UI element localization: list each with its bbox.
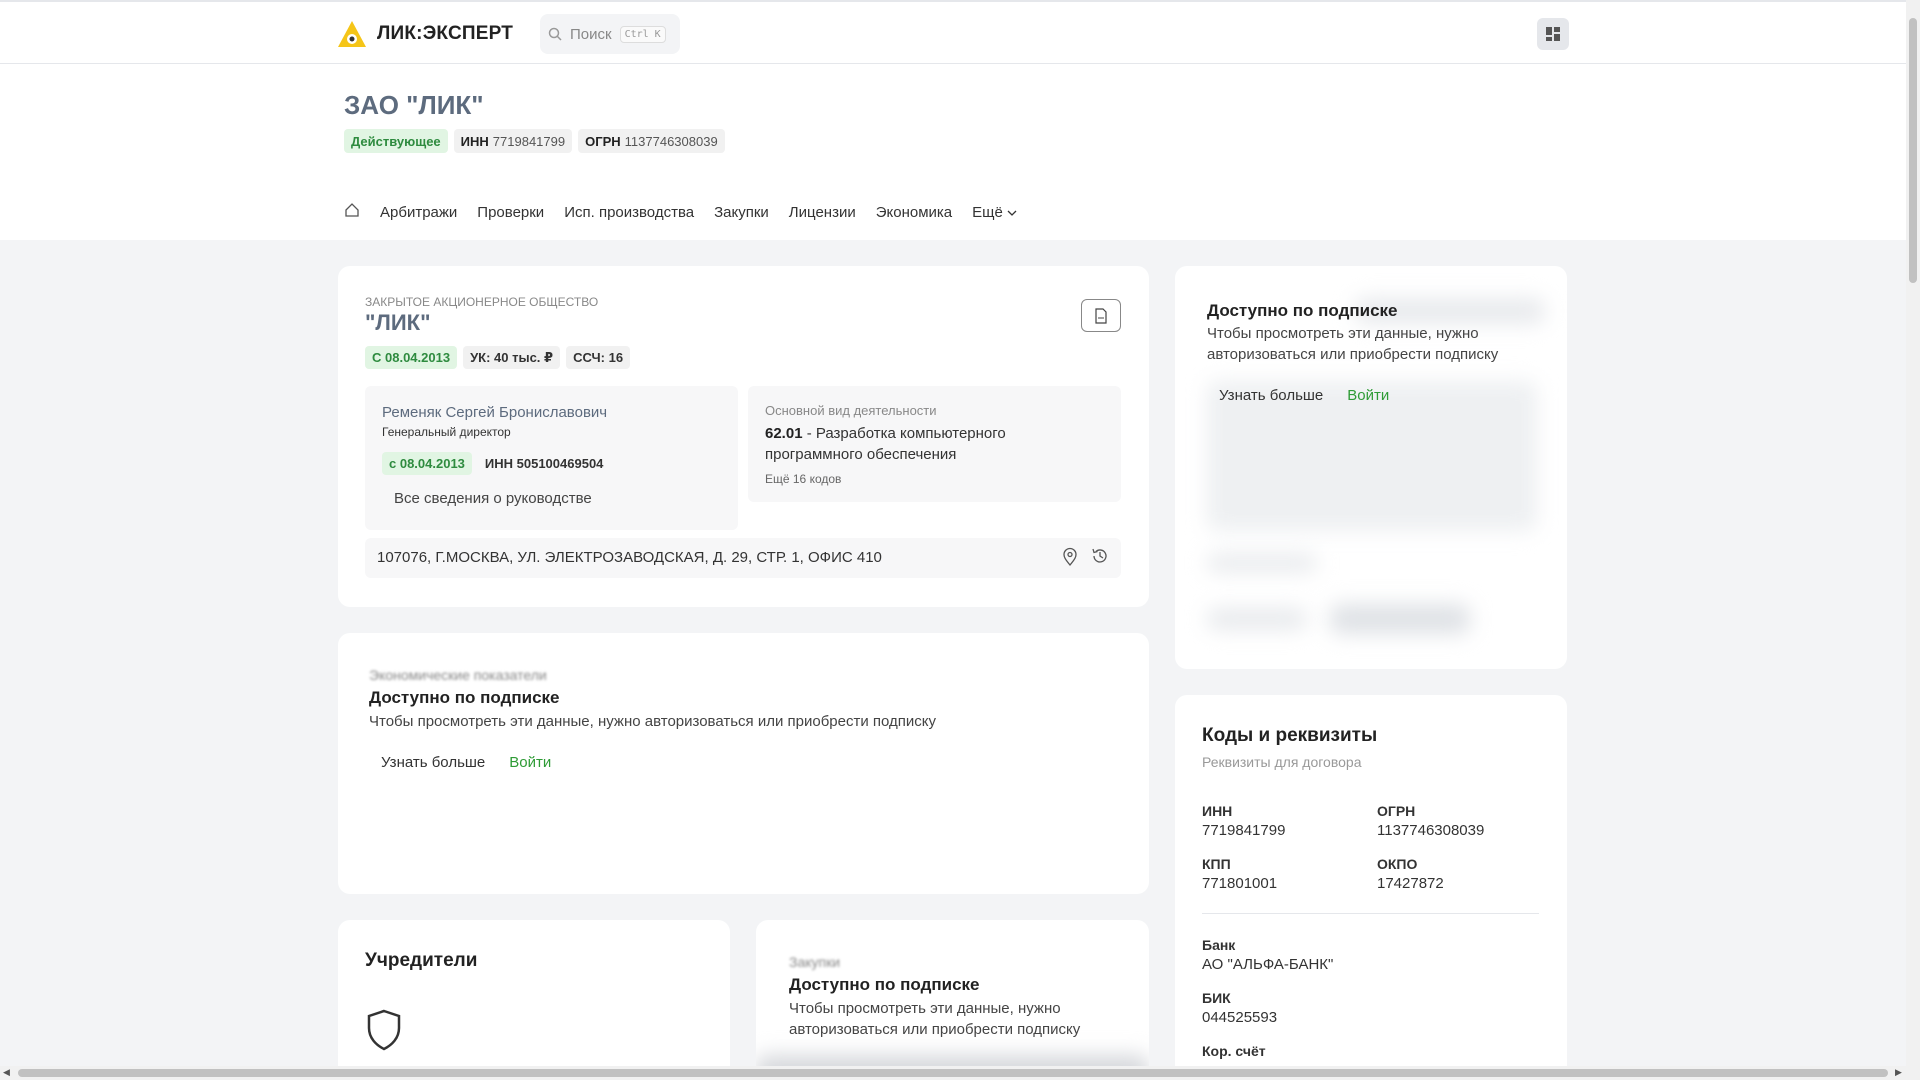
legal-form: ЗАКРЫТОЕ АКЦИОНЕРНОЕ ОБЩЕСТВО <box>365 295 599 309</box>
status-badge: Действующее <box>344 129 448 153</box>
search-shortcut: Ctrl K <box>619 25 666 43</box>
address-box: 107076, Г.МОСКВА, УЛ. ЭЛЕКТРОЗАВОДСКАЯ, … <box>365 538 1121 578</box>
subscription-card: Доступно по подписке Чтобы просмотреть э… <box>1175 266 1567 669</box>
director-name[interactable]: Ременяк Сергей Брониславович <box>382 404 607 421</box>
purchases-card: Закупки Доступно по подписке Чтобы просм… <box>756 920 1149 1080</box>
chevron-down-icon <box>1007 210 1017 216</box>
subscription-actions: Узнать больше Войти <box>1219 387 1389 404</box>
inn-badge: ИНН 7719841799 <box>453 129 573 153</box>
login-button[interactable]: Войти <box>509 754 551 771</box>
nav-item-more[interactable]: Ещё <box>972 204 1017 221</box>
blurred-line <box>1207 554 1317 572</box>
director-since-chip: с 08.04.2013 <box>382 452 472 475</box>
logo[interactable]: ЛИК:ЭКСПЕРТ <box>337 19 513 49</box>
economics-locked-title: Доступно по подписке <box>369 688 560 707</box>
shield-icon <box>365 1008 403 1057</box>
codes-title: Коды и реквизиты <box>1202 725 1378 746</box>
director-chips: с 08.04.2013 ИНН 505100469504 <box>382 452 610 475</box>
map-pin-icon[interactable] <box>1061 547 1079 572</box>
logo-icon <box>337 19 367 49</box>
director-details-link[interactable]: Все сведения о руководстве <box>394 490 592 507</box>
economics-actions: Узнать больше Войти <box>381 754 551 771</box>
codes-subtitle: Реквизиты для договора <box>1202 754 1362 770</box>
economics-caption: Экономические показатели <box>369 667 547 683</box>
horizontal-scrollbar[interactable]: ◀ ▶ <box>0 1066 1920 1080</box>
inn-label: ИНН <box>1202 803 1233 819</box>
vertical-scrollbar[interactable] <box>1906 0 1920 1066</box>
home-icon[interactable] <box>344 202 360 222</box>
director-box: Ременяк Сергей Брониславович Генеральный… <box>365 386 738 530</box>
nav-item-purchases[interactable]: Закупки <box>714 204 769 221</box>
logo-text: ЛИК:ЭКСПЕРТ <box>377 23 514 44</box>
codes-card: Коды и реквизиты Реквизиты для договора … <box>1175 695 1567 1080</box>
director-role: Генеральный директор <box>382 425 511 439</box>
pdf-icon <box>1095 307 1107 324</box>
nav-item-economics[interactable]: Экономика <box>876 204 952 221</box>
bik-label: БИК <box>1202 990 1231 1006</box>
bik-value[interactable]: 044525593 <box>1202 1009 1277 1026</box>
learn-more-button[interactable]: Узнать больше <box>1219 387 1323 404</box>
search-input[interactable]: Поиск Ctrl K <box>540 14 680 54</box>
purchases-caption: Закупки <box>789 954 841 970</box>
activity-box: Основной вид деятельности 62.01 - Разраб… <box>748 386 1121 502</box>
learn-more-button[interactable]: Узнать больше <box>381 754 485 771</box>
okpo-label: ОКПО <box>1377 856 1418 872</box>
main-chips: С 08.04.2013 УК: 40 тыс. ₽ ССЧ: 16 <box>365 346 631 369</box>
address-actions <box>1061 547 1109 572</box>
top-bar: ЛИК:ЭКСПЕРТ Поиск Ctrl K <box>0 0 1906 64</box>
economics-locked-text: Чтобы просмотреть эти данные, нужно авто… <box>369 713 937 730</box>
founders-card: Учредители <box>338 920 730 1080</box>
purchases-locked-title: Доступно по подписке <box>789 975 980 994</box>
section-nav: Арбитражи Проверки Исп. производства Зак… <box>344 202 1017 222</box>
activity-more-link[interactable]: Ещё 16 кодов <box>765 472 841 486</box>
nav-item-arbitration[interactable]: Арбитражи <box>380 204 457 221</box>
ogrn-label: ОГРН <box>1377 803 1416 819</box>
company-header: ЗАО "ЛИК" Действующее ИНН 7719841799 ОГРН… <box>0 64 1906 240</box>
scroll-right-arrow-icon[interactable]: ▶ <box>1895 1067 1902 1078</box>
ogrn-value[interactable]: 1137746308039 <box>1377 822 1484 839</box>
okpo-value[interactable]: 17427872 <box>1377 875 1444 892</box>
search-icon <box>548 27 562 41</box>
apps-button[interactable] <box>1537 18 1569 50</box>
corr-account-label: Кор. счёт <box>1202 1043 1266 1059</box>
search-placeholder: Поиск <box>570 25 612 43</box>
capital-chip: УК: 40 тыс. ₽ <box>463 346 561 369</box>
grid-icon <box>1546 27 1560 41</box>
economics-card: Экономические показатели Доступно по под… <box>338 633 1149 894</box>
divider <box>1202 913 1539 914</box>
purchases-locked-text: Чтобы просмотреть эти данные, нужно авто… <box>789 1000 1081 1038</box>
subscription-text: Чтобы просмотреть эти данные, нужно авто… <box>1207 325 1499 363</box>
inn-value[interactable]: 7719841799 <box>1202 822 1285 839</box>
nav-item-enforcement[interactable]: Исп. производства <box>564 204 694 221</box>
kpp-value[interactable]: 771801001 <box>1202 875 1277 892</box>
activity-caption: Основной вид деятельности <box>765 403 937 418</box>
company-badges: Действующее ИНН 7719841799 ОГРН 1137746308… <box>344 129 725 153</box>
main-info-card: ЗАКРЫТОЕ АКЦИОНЕРНОЕ ОБЩЕСТВО "ЛИК" С 08… <box>338 266 1149 607</box>
company-title: ЗАО "ЛИК" <box>344 90 484 120</box>
pdf-download-button[interactable] <box>1081 299 1121 332</box>
blurred-button <box>1330 604 1470 634</box>
history-icon[interactable] <box>1091 547 1109 572</box>
founders-title: Учредители <box>365 950 478 971</box>
address-text: 107076, Г.МОСКВА, УЛ. ЭЛЕКТРОЗАВОДСКАЯ, … <box>377 549 882 566</box>
kpp-label: КПП <box>1202 856 1231 872</box>
activity-text: 62.01 - Разработка компьютерного програм… <box>765 425 1006 463</box>
reg-date-chip: С 08.04.2013 <box>365 346 458 369</box>
horizontal-scroll-thumb[interactable] <box>18 1069 1888 1077</box>
short-name: "ЛИК" <box>365 310 431 335</box>
bank-value[interactable]: АО "АЛЬФА-БАНК" <box>1202 956 1333 973</box>
ogrn-badge: ОГРН 1137746308039 <box>578 129 725 153</box>
director-inn: ИНН 505100469504 <box>484 456 604 471</box>
scroll-left-arrow-icon[interactable]: ◀ <box>3 1067 10 1078</box>
nav-item-inspections[interactable]: Проверки <box>477 204 544 221</box>
nav-item-licenses[interactable]: Лицензии <box>789 204 856 221</box>
blurred-line <box>1207 608 1307 630</box>
bank-label: Банк <box>1202 937 1236 953</box>
subscription-title: Доступно по подписке <box>1207 301 1398 320</box>
headcount-chip: ССЧ: 16 <box>566 346 631 369</box>
login-button[interactable]: Войти <box>1347 387 1389 404</box>
vertical-scroll-thumb[interactable] <box>1909 18 1917 283</box>
